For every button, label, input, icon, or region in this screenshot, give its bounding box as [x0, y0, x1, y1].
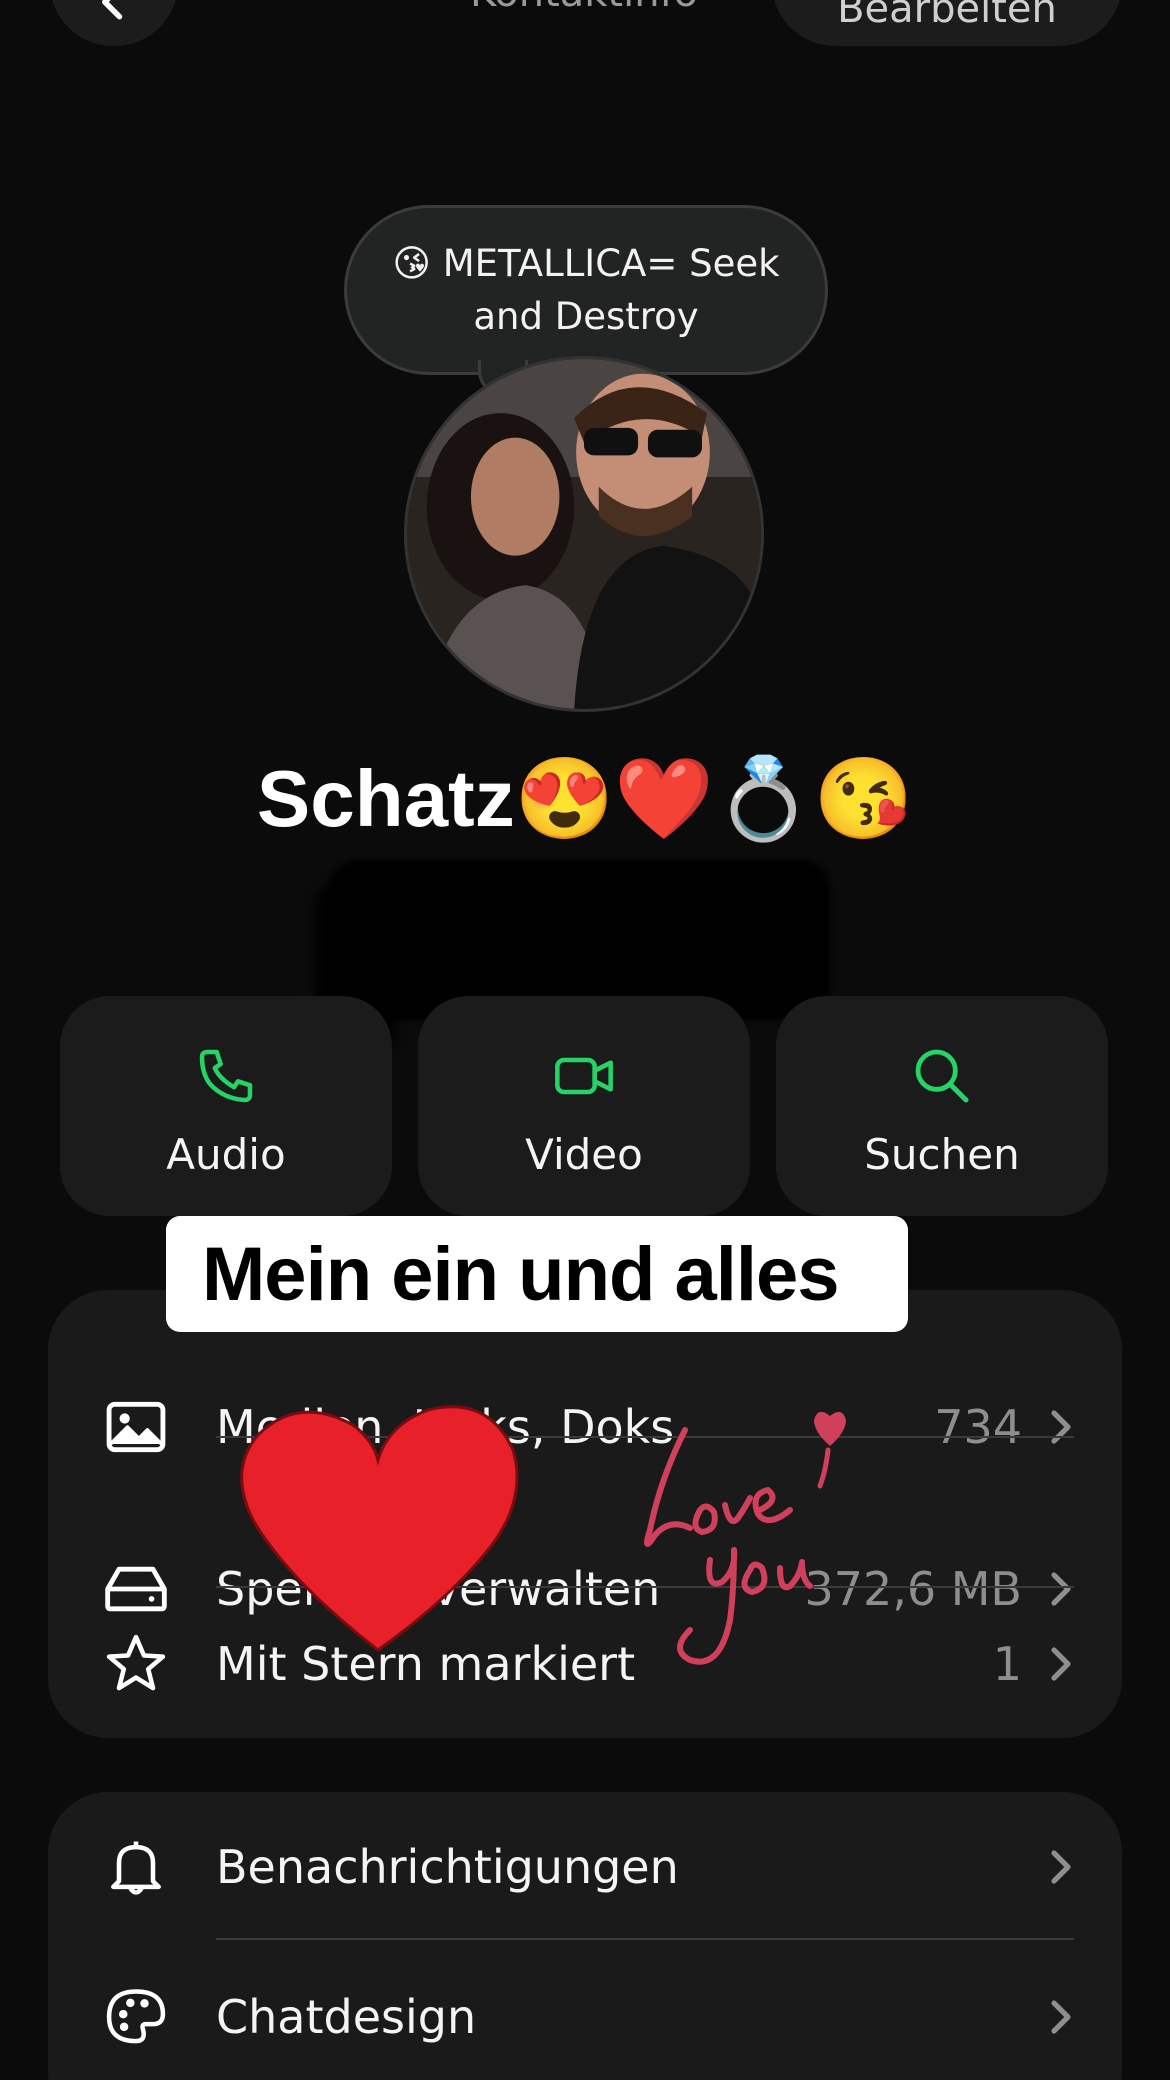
- chevron-right-icon: [1051, 1647, 1071, 1681]
- page-title: Kontaktinfo: [470, 0, 698, 16]
- avatar[interactable]: [404, 356, 764, 712]
- list-item-notifications[interactable]: Benachrichtigungen: [48, 1792, 1122, 1942]
- video-call-button[interactable]: Video: [418, 996, 750, 1216]
- love-you-sticker: [643, 1411, 846, 1665]
- back-button[interactable]: [50, 0, 178, 46]
- status-bubble[interactable]: 😘 METALLICA= Seek and Destroy: [344, 205, 828, 375]
- chevron-right-icon: [1051, 1850, 1071, 1884]
- list-item-starred[interactable]: Mit Stern markiert 1: [48, 1589, 1122, 1738]
- contact-name: Schatz😍❤️💍😘: [256, 754, 914, 843]
- action-label: Suchen: [864, 1130, 1020, 1179]
- image-icon: [102, 1393, 170, 1461]
- sticker-text: Mein ein und alles: [166, 1216, 908, 1332]
- settings-list: Benachrichtigungen Chatdesign: [48, 1792, 1122, 2080]
- media-storage-list: Medien, Links, Doks 734 Speicher verwalt…: [48, 1290, 1122, 1738]
- chevron-right-icon: [1051, 1410, 1071, 1444]
- audio-call-button[interactable]: Audio: [60, 996, 392, 1216]
- divider: [216, 1938, 1074, 1940]
- list-item-media[interactable]: Medien, Links, Doks 734: [48, 1352, 1122, 1502]
- star-icon: [102, 1630, 170, 1698]
- list-item-label: Benachrichtigungen: [216, 1840, 679, 1894]
- chevron-left-icon: [102, 0, 123, 20]
- edit-button[interactable]: Bearbeiten: [772, 0, 1122, 46]
- action-label: Video: [525, 1130, 643, 1179]
- phone-icon: [199, 1049, 253, 1103]
- avatar-photo: [407, 359, 761, 709]
- action-label: Audio: [166, 1130, 286, 1179]
- chevron-right-icon: [1051, 2000, 1071, 2034]
- search-icon: [915, 1049, 969, 1103]
- palette-icon: [102, 1983, 170, 2051]
- list-item-chat-theme[interactable]: Chatdesign: [48, 1942, 1122, 2080]
- list-item-value: 1: [992, 1637, 1022, 1691]
- status-text: 😘 METALLICA= Seek and Destroy: [392, 242, 780, 338]
- list-item-label: Chatdesign: [216, 1990, 477, 2044]
- list-item-value: 734: [934, 1400, 1022, 1454]
- heart-sticker: [240, 1405, 519, 1652]
- search-button[interactable]: Suchen: [776, 996, 1108, 1216]
- bell-icon: [102, 1833, 170, 1901]
- video-icon: [555, 1057, 613, 1095]
